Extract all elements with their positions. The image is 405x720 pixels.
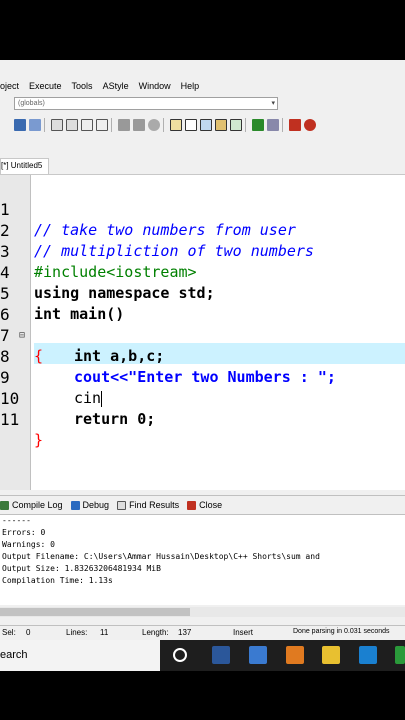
compile-icon[interactable] (170, 119, 182, 131)
chevron-down-icon[interactable]: ▾ (271, 98, 275, 109)
tab-label: Find Results (129, 500, 180, 510)
rebuild-icon[interactable] (215, 119, 227, 131)
log-line: Errors: 0 (2, 528, 46, 537)
code-line[interactable]: 4 using namespace std; (0, 241, 405, 302)
scrollbar-thumb[interactable] (0, 608, 190, 616)
code-line[interactable]: 3 #include<iostream> (0, 220, 405, 281)
toolbar-divider (245, 118, 246, 132)
debug-icon[interactable] (230, 119, 242, 131)
code-line[interactable]: 6 ⊟ { (0, 283, 405, 365)
find-results-icon (117, 500, 127, 510)
log-line: Compilation Time: 1.13s (2, 576, 113, 585)
find-next-icon[interactable] (81, 119, 93, 131)
tab-compile-log[interactable]: Compile Log (0, 500, 63, 510)
status-length-value: 137 (178, 628, 192, 637)
menu-help[interactable]: Help (181, 81, 200, 91)
chart-icon[interactable] (289, 119, 301, 131)
taskbar-search-label: earch (0, 649, 28, 661)
replace-icon[interactable] (66, 119, 78, 131)
close-icon (187, 500, 197, 510)
globals-combo[interactable]: (globals) ▾ (14, 97, 278, 110)
toolbar-divider (282, 118, 283, 132)
toolbar-divider (44, 118, 45, 132)
status-sel-label: Sel: (2, 628, 16, 637)
menu-window[interactable]: Window (139, 81, 171, 91)
task-view-icon[interactable] (173, 648, 187, 662)
find-icon[interactable] (51, 119, 63, 131)
globals-combo-value: (globals) (18, 100, 45, 107)
code-editor[interactable]: 1 // take two numbers from user 2 // mul… (0, 175, 405, 490)
app-icon[interactable] (395, 646, 405, 664)
file-tab-untitled5[interactable]: [*] Untitled5 (0, 158, 50, 174)
line-number: 11 (0, 410, 20, 429)
profile-icon[interactable] (304, 119, 316, 131)
code-line[interactable]: 8 cout<<"Enter two Numbers : "; (0, 325, 405, 386)
toggle-bookmark-icon[interactable] (148, 119, 160, 131)
toolbar-divider (111, 118, 112, 132)
windows-taskbar: earch (0, 640, 405, 671)
tab-label: Debug (82, 500, 110, 510)
log-line: Warnings: 0 (2, 540, 55, 549)
menu-execute[interactable]: Execute (29, 81, 62, 91)
status-sel-value: 0 (26, 628, 31, 637)
toolbar-divider (163, 118, 164, 132)
tab-close[interactable]: Close (187, 500, 222, 510)
status-bar: Sel: 0 Lines: 11 Length: 137 Insert Done… (0, 625, 405, 640)
code-text: return 0; (74, 410, 156, 428)
goto-line-icon[interactable] (96, 119, 108, 131)
toolbar (0, 114, 405, 136)
code-line[interactable]: 1 // take two numbers from user (0, 178, 405, 239)
mail-icon[interactable] (359, 646, 377, 664)
menu-tools[interactable]: Tools (72, 81, 93, 91)
run-icon[interactable] (185, 119, 197, 131)
compile-log-icon (0, 500, 9, 510)
code-line[interactable]: 11 } (0, 388, 405, 449)
code-line[interactable]: 2 // multipliction of two numbers (0, 199, 405, 260)
horizontal-scrollbar[interactable] (0, 607, 405, 617)
tab-label: Compile Log (12, 500, 63, 510)
check-icon[interactable] (252, 119, 264, 131)
undo-icon[interactable] (14, 119, 26, 131)
devcpp-window: oject Execute Tools AStyle Window Help (… (0, 60, 405, 671)
menu-bar: oject Execute Tools AStyle Window Help (0, 75, 405, 97)
code-line[interactable]: 5 int main() (0, 262, 405, 323)
prev-bookmark-icon[interactable] (118, 119, 130, 131)
status-lines-value: 11 (100, 628, 109, 637)
code-line-current[interactable]: 9 cin (0, 346, 405, 407)
word-icon[interactable] (212, 646, 230, 664)
options-icon[interactable] (267, 119, 279, 131)
status-mode: Insert (233, 628, 254, 637)
file-explorer-icon[interactable] (322, 646, 340, 664)
taskbar-search-box[interactable]: earch (0, 640, 160, 671)
menu-astyle[interactable]: AStyle (103, 81, 129, 91)
next-bookmark-icon[interactable] (133, 119, 145, 131)
status-message: Done parsing in 0.031 seconds (293, 628, 390, 635)
compile-log-output: ------ Errors: 0 Warnings: 0 Output File… (0, 515, 405, 605)
app-icon[interactable] (249, 646, 267, 664)
redo-icon[interactable] (29, 119, 41, 131)
status-lines-label: Lines: (66, 628, 88, 637)
log-line: Output Filename: C:\Users\Ammar Hussain\… (2, 552, 320, 561)
code-text: } (34, 431, 44, 449)
tab-find-results[interactable]: Find Results (117, 500, 179, 510)
code-line[interactable]: 10 return 0; (0, 367, 405, 428)
status-length-label: Length: (142, 628, 169, 637)
app-icon[interactable] (286, 646, 304, 664)
code-line[interactable]: 7 int a,b,c; (0, 304, 405, 365)
tab-debug[interactable]: Debug (70, 500, 110, 510)
log-line: Output Size: 1.83263206481934 MiB (2, 564, 161, 573)
file-tab-bar: [*] Untitled5 (0, 156, 405, 175)
bottom-panel-tabs: Compile Log Debug Find Results Close (0, 495, 405, 515)
debug-icon (70, 500, 80, 510)
compile-run-icon[interactable] (200, 119, 212, 131)
log-line: ------ (2, 516, 31, 525)
menu-project[interactable]: oject (0, 81, 19, 91)
tab-label: Close (199, 500, 223, 510)
